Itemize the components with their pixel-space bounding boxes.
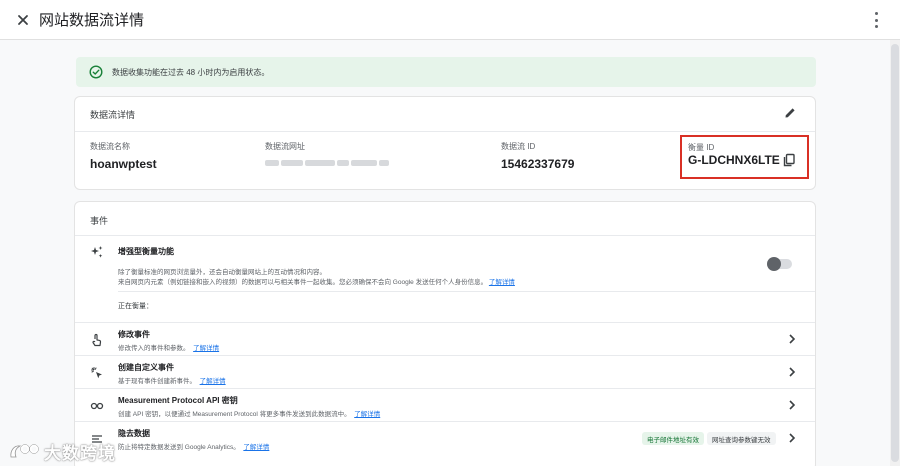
redact-data-row[interactable]: 隐去数据 防止将特定数据发送到 Google Analytics。 了解详情 xyxy=(75,422,817,454)
row-desc: 基于现有事件创建新事件。 了解详情 xyxy=(118,378,226,385)
measurement-id-value: G-LDCHNX6LTE xyxy=(688,153,780,167)
measuring-label: 正在衡量： xyxy=(118,303,153,310)
learn-more-link[interactable]: 了解详情 xyxy=(354,411,380,418)
row-title: 隐去数据 xyxy=(118,429,150,438)
url-param-status-chip: 网址查询参数键无效 xyxy=(707,432,776,445)
card-title: 事件 xyxy=(90,216,109,226)
chevron-right-icon xyxy=(789,433,796,443)
divider xyxy=(75,235,815,236)
divider xyxy=(75,131,815,132)
row-title: 修改事件 xyxy=(118,330,150,339)
row-title: 创建自定义事件 xyxy=(118,363,174,372)
edit-icon[interactable] xyxy=(783,106,797,120)
row-desc: 创建 API 密钥，以便通过 Measurement Protocol 将更多事… xyxy=(118,411,381,418)
watermark-logo-icon xyxy=(10,443,39,457)
divider xyxy=(118,291,815,292)
key-icon xyxy=(90,402,104,410)
top-bar: 网站数据流详情 xyxy=(0,0,900,40)
learn-more-link[interactable]: 了解详情 xyxy=(200,378,226,385)
watermark: 大数跨境 xyxy=(8,439,116,464)
stream-id-field: 数据流 ID 15462337679 xyxy=(501,141,574,171)
stream-name-value: hoanwptest xyxy=(90,157,157,171)
close-icon xyxy=(18,14,28,25)
modify-events-row[interactable]: 修改事件 修改传入的事件和参数。 了解详情 xyxy=(75,323,817,355)
more-options-button[interactable] xyxy=(870,12,882,28)
sparkle-icon xyxy=(91,246,103,258)
toggle-knob xyxy=(767,257,781,271)
create-custom-event-row[interactable]: 创建自定义事件 基于现有事件创建新事件。 了解详情 xyxy=(75,356,817,388)
watermark-text: 大数跨境 xyxy=(44,444,116,463)
stream-name-field: 数据流名称 hoanwptest xyxy=(90,141,157,171)
close-button[interactable] xyxy=(13,10,33,30)
learn-more-link[interactable]: 了解详情 xyxy=(243,444,269,451)
enhanced-measurement-toggle[interactable] xyxy=(767,257,792,271)
enhanced-measurement-desc: 除了衡量标准的网页浏览量外，还会自动衡量网站上的互动情况和内容。 xyxy=(118,269,326,276)
stream-id-value: 15462337679 xyxy=(501,157,575,171)
field-label: 数据流名称 xyxy=(90,142,130,151)
touch-icon xyxy=(92,333,102,347)
enhanced-measurement-title: 增强型衡量功能 xyxy=(118,247,174,256)
chevron-right-icon xyxy=(789,367,796,377)
check-circle-icon xyxy=(89,65,103,79)
page-title: 网站数据流详情 xyxy=(39,12,145,29)
card-title: 数据流详情 xyxy=(90,110,136,120)
email-status-chip: 电子邮件地址有效 xyxy=(642,432,704,445)
more-vert-icon xyxy=(874,12,878,15)
redacted-url xyxy=(265,160,389,166)
row-desc: 修改传入的事件和参数。 了解详情 xyxy=(118,345,220,352)
row-title: Measurement Protocol API 密钥 xyxy=(118,396,238,405)
field-label: 数据流 ID xyxy=(501,142,536,151)
status-banner: 数据收集功能在过去 48 小时内为启用状态。 xyxy=(76,57,816,87)
learn-more-link[interactable]: 了解详情 xyxy=(489,279,515,286)
stream-url-field: 数据流网址 xyxy=(265,141,389,166)
learn-more-link[interactable]: 了解详情 xyxy=(193,345,219,352)
chevron-right-icon xyxy=(789,334,796,344)
events-card: 事件 增强型衡量功能 除了衡量标准的网页浏览量外，还会自动衡量网站上的互动情况和… xyxy=(74,201,816,466)
enhanced-measurement-desc-2: 来自网页内元素（例如链接和嵌入的视频）的数据可以与相关事件一起收集。您必须确保不… xyxy=(118,279,515,286)
field-label: 数据流网址 xyxy=(265,142,305,151)
copy-icon[interactable] xyxy=(782,153,796,167)
click-sparkle-icon xyxy=(91,367,102,379)
chevron-right-icon xyxy=(789,400,796,410)
banner-text: 数据收集功能在过去 48 小时内为启用状态。 xyxy=(112,67,270,77)
row-desc: 防止将特定数据发送到 Google Analytics。 了解详情 xyxy=(118,444,270,451)
measurement-protocol-row[interactable]: Measurement Protocol API 密钥 创建 API 密钥，以便… xyxy=(75,389,817,421)
stream-details-card: 数据流详情 数据流名称 hoanwptest 数据流网址 数据流 ID 1546… xyxy=(74,96,816,190)
field-label: 衡量 ID xyxy=(688,143,715,152)
scrollbar-thumb[interactable] xyxy=(891,44,899,462)
measurement-id-highlight: 衡量 ID G-LDCHNX6LTE xyxy=(680,135,809,179)
